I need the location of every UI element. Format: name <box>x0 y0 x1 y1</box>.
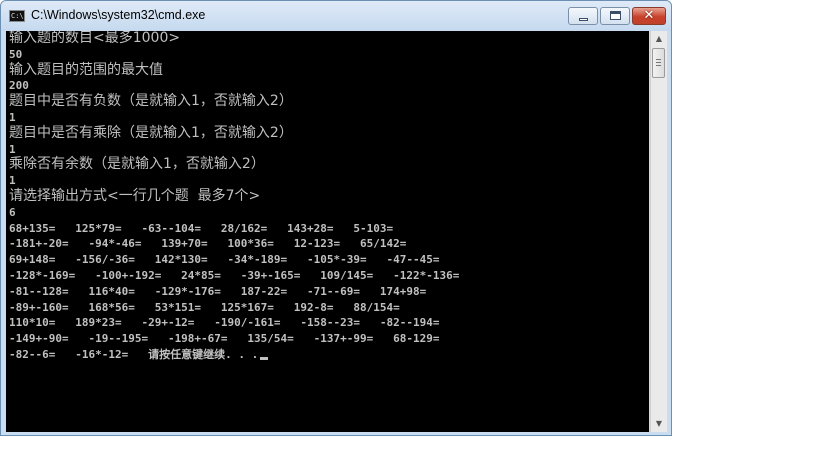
close-icon: ✕ <box>643 8 655 23</box>
console-line: 输入题的数目<最多1000> <box>9 31 181 46</box>
maximize-button[interactable] <box>600 7 630 25</box>
console-line: -81--128= 116*40= -129*-176= 187-22= -71… <box>9 284 427 298</box>
console-line: -181+-20= -94*-46= 139+70= 100*36= 12-12… <box>9 237 407 251</box>
console-line: -89+-160= 168*56= 53*151= 125*167= 192-8… <box>9 300 400 314</box>
console-line: 50 <box>9 47 23 61</box>
console-output[interactable]: 输入题的数目<最多1000> 50 输入题目的范围的最大值 200 题目中是否有负数（是… <box>6 31 649 432</box>
console-line: 69+148= -156/-36= 142*130= -34*-189= -10… <box>9 253 440 267</box>
window-title: C:\Windows\system32\cmd.exe <box>31 8 206 22</box>
console-line: 6 <box>9 205 16 219</box>
minimize-icon <box>579 18 588 21</box>
minimize-button[interactable] <box>568 7 598 25</box>
console-line: 1 <box>9 110 16 124</box>
console-line: 输入题目的范围的最大值 <box>9 61 163 78</box>
scroll-up-arrow-icon[interactable]: ▲ <box>651 31 667 47</box>
console-line: 题目中是否有乘除（是就输入1，否就输入2） <box>9 124 293 141</box>
close-button[interactable]: ✕ <box>632 7 666 25</box>
text-cursor <box>260 356 269 360</box>
console-line: 题目中是否有负数（是就输入1，否就输入2） <box>9 93 293 110</box>
console-line: 乘除否有余数（是就输入1，否就输入2） <box>9 156 265 173</box>
scroll-thumb[interactable] <box>652 48 665 78</box>
grip-line <box>656 65 661 66</box>
grip-line <box>656 62 661 63</box>
console-line: -128*-169= -100+-192= 24*85= -39+-165= 1… <box>9 268 460 282</box>
title-bar[interactable]: C:\ C:\Windows\system32\cmd.exe ✕ <box>1 1 671 31</box>
console-line: 68+135= 125*79= -63--104= 28/162= 143+28… <box>9 221 394 235</box>
cmd-window: C:\ C:\Windows\system32\cmd.exe ✕ 输入题的数目… <box>0 0 672 436</box>
maximize-icon <box>610 11 621 20</box>
console-lines: 输入题的数目<最多1000> 50 输入题目的范围的最大值 200 题目中是否有负数（是… <box>9 31 459 363</box>
console-line: 110*10= 189*23= -29+-12= -190/-161= -158… <box>9 316 440 330</box>
console-line: 200 <box>9 79 29 93</box>
console-line: -82--6= -16*-12= 请按任意键继续. . . <box>9 347 459 363</box>
scroll-down-arrow-icon[interactable]: ▼ <box>651 416 667 432</box>
console-line: 1 <box>9 174 16 188</box>
console-line: 1 <box>9 142 16 156</box>
cmd-icon[interactable]: C:\ <box>9 10 25 22</box>
console-line: -149+-90= -19--195= -198+-67= 135/54= -1… <box>9 332 440 346</box>
grip-line <box>656 59 661 60</box>
vertical-scrollbar[interactable]: ▲ ▼ <box>650 31 667 432</box>
console-line: 请选择输出方式<一行几个题 最多7个> <box>9 187 261 204</box>
